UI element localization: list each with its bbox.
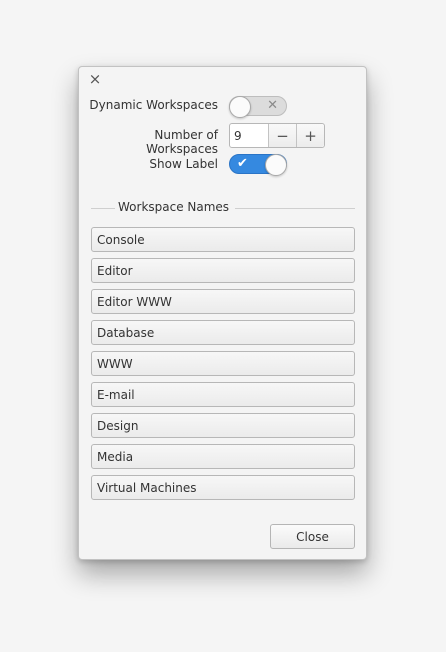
close-button[interactable]: Close bbox=[270, 524, 355, 549]
workspace-names-header: Workspace Names bbox=[91, 200, 355, 216]
workspace-name-entry[interactable] bbox=[91, 382, 355, 407]
workspace-name-entry[interactable] bbox=[91, 289, 355, 314]
show-label-switch[interactable]: ✔ bbox=[229, 154, 287, 176]
workspace-names-list bbox=[91, 227, 355, 506]
divider bbox=[91, 208, 115, 209]
check-icon: ✔ bbox=[237, 156, 248, 171]
divider bbox=[235, 208, 355, 209]
workspace-name-entry[interactable] bbox=[91, 258, 355, 283]
workspace-name-entry[interactable] bbox=[91, 227, 355, 252]
decrement-button[interactable]: − bbox=[268, 124, 296, 147]
workspace-name-entry[interactable] bbox=[91, 320, 355, 345]
section-title: Workspace Names bbox=[118, 200, 230, 214]
workspace-name-entry[interactable] bbox=[91, 444, 355, 469]
number-of-workspaces-input[interactable] bbox=[230, 124, 268, 147]
close-icon[interactable]: × bbox=[88, 72, 102, 87]
dynamic-workspaces-switch[interactable]: ✕ bbox=[229, 96, 287, 118]
switch-off-x-icon: ✕ bbox=[267, 98, 278, 113]
switch-knob bbox=[265, 154, 287, 176]
workspace-name-entry[interactable] bbox=[91, 475, 355, 500]
show-label-label: Show Label bbox=[149, 157, 218, 171]
plus-icon: + bbox=[304, 126, 317, 145]
workspace-name-entry[interactable] bbox=[91, 413, 355, 438]
dynamic-workspaces-label: Dynamic Workspaces bbox=[89, 98, 218, 112]
number-of-workspaces-spinner: − + bbox=[229, 123, 325, 148]
number-of-workspaces-label: Number of Workspaces bbox=[146, 128, 218, 156]
workspace-settings-dialog: × Dynamic Workspaces ✕ Number of Workspa… bbox=[78, 66, 367, 560]
switch-knob bbox=[229, 96, 251, 118]
minus-icon: − bbox=[276, 126, 289, 145]
workspace-name-entry[interactable] bbox=[91, 351, 355, 376]
increment-button[interactable]: + bbox=[296, 124, 324, 147]
